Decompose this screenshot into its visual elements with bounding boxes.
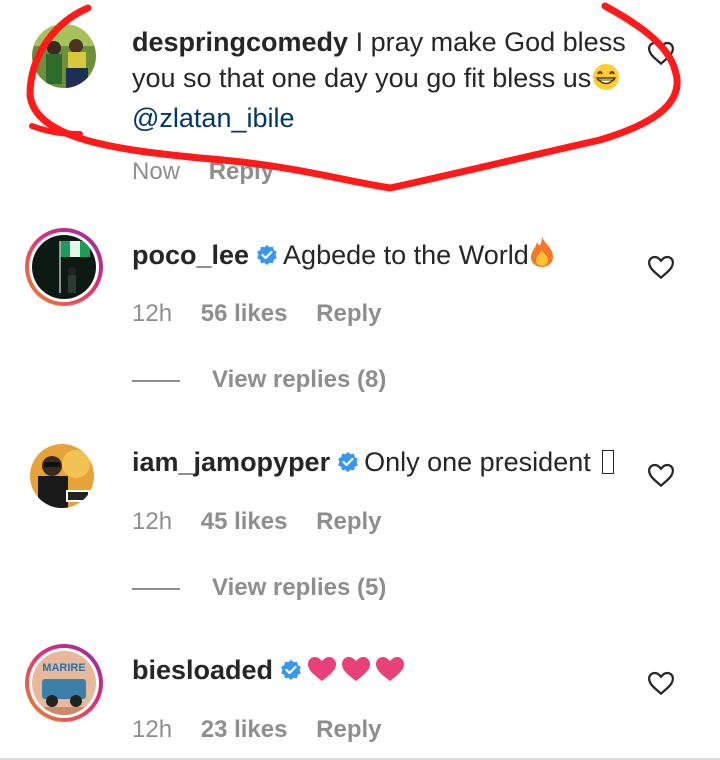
username[interactable]: despringcomedy	[132, 27, 348, 57]
verified-badge-icon	[257, 245, 277, 265]
view-replies-label: View replies (8)	[212, 366, 387, 393]
reply-button[interactable]: Reply	[209, 158, 274, 185]
timestamp: 12h	[132, 508, 173, 535]
avatar-story-ring[interactable]: MARIRE	[25, 644, 103, 722]
comment-text: Agbede to the World	[283, 240, 529, 270]
replies-divider	[132, 379, 180, 382]
view-replies-label: View replies (5)	[212, 574, 387, 601]
verified-badge-icon	[281, 660, 301, 680]
likes-count[interactable]: 56 likes	[201, 300, 288, 327]
comment-meta: 12h 56 likes Reply	[132, 300, 404, 328]
comment-text: Only one president	[364, 447, 591, 477]
comment-meta: 12h 45 likes Reply	[132, 508, 404, 536]
replies-divider	[132, 587, 180, 590]
username[interactable]: biesloaded	[132, 655, 273, 685]
likes-count[interactable]: 23 likes	[201, 716, 288, 743]
username[interactable]: iam_jamopyper	[132, 447, 330, 477]
comment-body: despringcomedy I pray make God bless you…	[132, 24, 630, 136]
timestamp: 12h	[132, 716, 173, 743]
comment-body: biesloaded	[132, 652, 630, 692]
heart-outline-icon[interactable]	[646, 668, 676, 698]
verified-badge-icon	[338, 452, 358, 472]
likes-count[interactable]: 45 likes	[201, 508, 288, 535]
avatar: MARIRE	[32, 651, 96, 715]
avatar-story-ring[interactable]	[25, 228, 103, 306]
avatar[interactable]	[32, 24, 96, 88]
pink-heart-emoji	[307, 655, 407, 692]
avatar	[32, 235, 96, 299]
missing-glyph-icon	[602, 450, 615, 474]
heart-outline-icon[interactable]	[646, 460, 676, 490]
reply-button[interactable]: Reply	[316, 716, 381, 743]
grinning-emoji	[591, 63, 621, 100]
fire-emoji	[529, 236, 555, 277]
comment-meta: Now Reply	[132, 158, 296, 186]
heart-outline-icon[interactable]	[646, 252, 676, 282]
reply-button[interactable]: Reply	[316, 508, 381, 535]
comment-meta: 12h 23 likes Reply	[132, 716, 404, 744]
reply-button[interactable]: Reply	[316, 300, 381, 327]
timestamp: Now	[132, 158, 181, 185]
username[interactable]: poco_lee	[132, 240, 249, 270]
comment-body: iam_jamopyper Only one president	[132, 444, 630, 480]
comments-page: despringcomedy I pray make God bless you…	[0, 0, 720, 760]
view-replies-button[interactable]: View replies (8)	[132, 366, 386, 394]
comment-body: poco_lee Agbede to the World	[132, 236, 630, 277]
mention-link[interactable]: @zlatan_ibile	[132, 103, 295, 133]
avatar-logo-text: MARIRE	[42, 662, 85, 674]
view-replies-button[interactable]: View replies (5)	[132, 574, 386, 602]
heart-outline-icon[interactable]	[646, 38, 676, 68]
timestamp: 12h	[132, 300, 173, 327]
avatar[interactable]	[30, 444, 94, 508]
